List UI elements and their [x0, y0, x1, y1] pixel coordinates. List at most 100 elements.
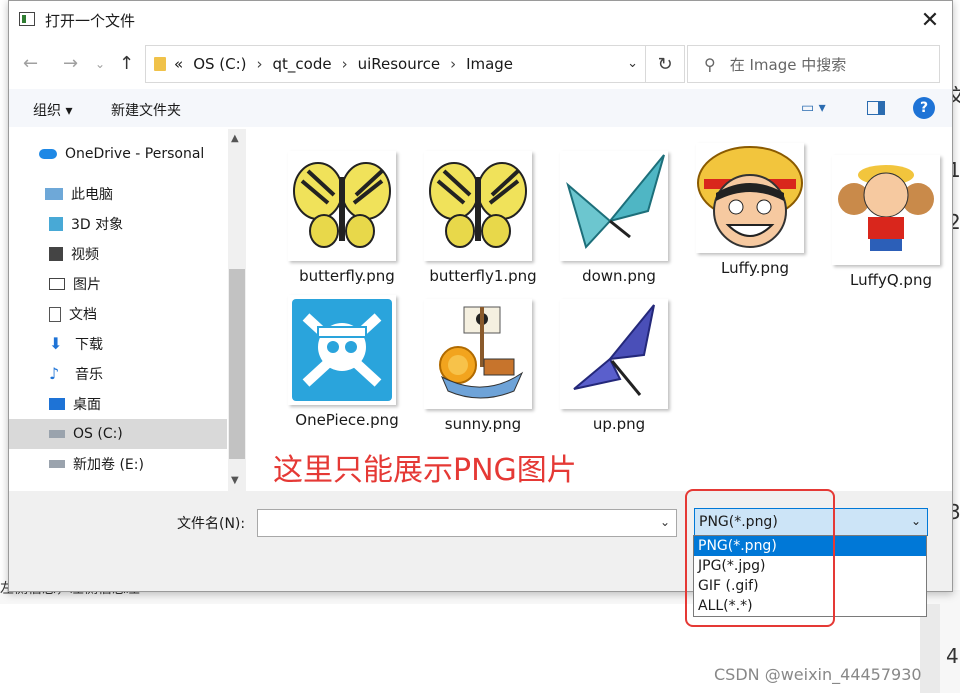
sidebar-item-label: 3D 对象	[71, 217, 124, 233]
watermark: CSDN @weixin_44457930	[714, 665, 922, 684]
chevron-right-icon: ›	[341, 55, 348, 73]
organize-button[interactable]: 组织 ▾	[33, 100, 72, 120]
file-name: up.png	[592, 415, 646, 433]
file-item-up[interactable]: up.png	[544, 299, 674, 439]
sidebar-item-label: 下载	[75, 337, 103, 353]
luffy-face-icon	[696, 143, 804, 253]
help-icon[interactable]: ?	[913, 97, 935, 119]
sidebar-item-label: 音乐	[75, 367, 103, 383]
sidebar-item-onedrive[interactable]: OneDrive - Personal	[9, 139, 227, 169]
jolly-roger-icon	[288, 295, 396, 405]
forward-button[interactable]: →	[63, 53, 78, 74]
navigation-scrollbar[interactable]: ▲ ▼	[228, 129, 246, 491]
sidebar-item-label: 视频	[71, 247, 99, 263]
file-name: sunny.png	[444, 415, 522, 433]
highlight-annotation-box	[685, 489, 835, 627]
file-item-luffyq[interactable]: LuffyQ.png	[816, 155, 946, 295]
file-name: OnePiece.png	[295, 411, 399, 429]
teal-butterfly-icon	[560, 151, 668, 261]
sidebar-item-label: 图片	[73, 277, 101, 293]
yellow-butterfly-icon	[424, 151, 532, 261]
yellow-butterfly-icon	[288, 151, 396, 261]
sidebar-item-music[interactable]: ♪ 音乐	[9, 359, 227, 389]
documents-icon	[49, 306, 61, 322]
view-options-button[interactable]: ▭ ▾	[801, 100, 826, 116]
recent-locations-chevron-icon[interactable]: ⌄	[95, 57, 105, 71]
command-bar: 组织 ▾ 新建文件夹 ▭ ▾ ?	[9, 89, 952, 127]
breadcrumb-image[interactable]: Image	[466, 55, 513, 73]
file-name: butterfly.png	[299, 267, 395, 285]
ship-icon	[424, 299, 532, 409]
luffy-chibi-icon	[832, 155, 940, 265]
close-button[interactable]: ✕	[908, 1, 952, 39]
filename-input[interactable]: ⌄	[257, 509, 677, 537]
address-bar[interactable]: « OS (C:) › qt_code › uiResource › Image…	[145, 45, 685, 83]
file-list: butterfly.png butterfly1.png down.png Lu…	[247, 129, 952, 491]
desktop-icon	[49, 398, 65, 410]
chevron-down-icon[interactable]: ⌄	[660, 515, 670, 529]
3d-objects-icon	[49, 217, 63, 231]
file-item-onepiece[interactable]: OnePiece.png	[272, 295, 402, 435]
sidebar-item-label: 桌面	[73, 397, 101, 413]
sidebar-item-desktop[interactable]: 桌面	[9, 389, 227, 419]
file-item-sunny[interactable]: sunny.png	[408, 299, 538, 439]
drive-icon	[49, 460, 65, 468]
breadcrumb-uiresource[interactable]: uiResource	[358, 55, 440, 73]
chevron-right-icon: ›	[450, 55, 457, 73]
file-name: Luffy.png	[721, 259, 789, 277]
video-icon	[49, 247, 63, 261]
chevron-right-icon: ›	[256, 55, 263, 73]
sidebar-item-label: OS (C:)	[73, 426, 123, 442]
background-fragment: 4	[946, 644, 959, 668]
navigation-bar: ← → ⌄ ↑ « OS (C:) › qt_code › uiResource…	[9, 43, 952, 85]
cloud-icon	[39, 149, 57, 159]
breadcrumb-os-c[interactable]: OS (C:)	[193, 55, 246, 73]
refresh-button[interactable]: ↻	[645, 46, 684, 82]
sidebar-item-pictures[interactable]: 图片	[9, 269, 227, 299]
file-name: butterfly1.png	[429, 267, 537, 285]
sidebar-item-videos[interactable]: 视频	[9, 239, 227, 269]
sidebar-item-label: 新加卷 (E:)	[73, 457, 144, 473]
sidebar-item-label: 此电脑	[71, 187, 113, 203]
search-placeholder: 在 Image 中搜索	[729, 55, 847, 74]
background-scrollbar	[920, 604, 940, 693]
sidebar-item-os-c[interactable]: OS (C:)	[9, 419, 227, 449]
file-item-luffy[interactable]: Luffy.png	[680, 143, 810, 283]
drive-icon	[49, 430, 65, 438]
file-item-butterfly1[interactable]: butterfly1.png	[408, 151, 538, 291]
download-icon: ⬇	[49, 334, 63, 353]
chevron-down-icon: ⌄	[910, 514, 921, 528]
file-name: down.png	[582, 267, 656, 285]
sidebar-item-this-pc[interactable]: 此电脑	[9, 179, 227, 209]
folder-icon	[154, 57, 166, 71]
up-button[interactable]: ↑	[119, 53, 134, 74]
file-item-down[interactable]: down.png	[544, 151, 674, 291]
navigation-pane: OneDrive - Personal 此电脑 3D 对象 视频 图片 文档 ⬇…	[9, 129, 227, 491]
new-folder-button[interactable]: 新建文件夹	[111, 100, 181, 120]
preview-pane-icon[interactable]	[867, 101, 885, 115]
blue-butterfly-icon	[560, 299, 668, 409]
scrollbar-thumb[interactable]	[229, 269, 245, 459]
file-name: LuffyQ.png	[850, 271, 932, 289]
music-icon: ♪	[49, 364, 60, 383]
scroll-down-arrow-icon[interactable]: ▼	[231, 475, 239, 486]
pictures-icon	[49, 278, 65, 290]
sidebar-item-downloads[interactable]: ⬇ 下载	[9, 329, 227, 359]
back-button[interactable]: ←	[23, 53, 38, 74]
window-title: 打开一个文件	[45, 12, 136, 30]
address-dropdown-icon[interactable]: ⌄	[627, 56, 638, 71]
scroll-up-arrow-icon[interactable]: ▲	[231, 133, 239, 144]
sidebar-item-3d-objects[interactable]: 3D 对象	[9, 209, 227, 239]
computer-icon	[45, 188, 63, 200]
search-input[interactable]: ⚲ 在 Image 中搜索	[687, 45, 940, 83]
search-icon: ⚲	[704, 54, 716, 74]
file-item-butterfly[interactable]: butterfly.png	[272, 151, 402, 291]
address-overflow-icon[interactable]: «	[174, 55, 183, 73]
sidebar-item-label: 文档	[69, 307, 97, 323]
sidebar-item-label: OneDrive - Personal	[65, 146, 205, 162]
sidebar-item-documents[interactable]: 文档	[9, 299, 227, 329]
title-bar: 打开一个文件 ✕	[9, 1, 952, 39]
window-icon	[19, 12, 35, 26]
sidebar-item-volume-e[interactable]: 新加卷 (E:)	[9, 449, 227, 479]
breadcrumb-qt-code[interactable]: qt_code	[273, 55, 332, 73]
